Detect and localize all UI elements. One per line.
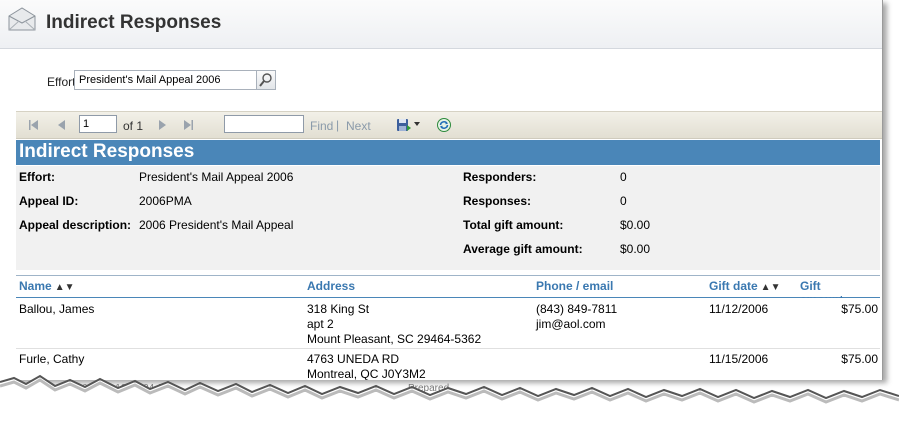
row-gift-amount: $75.00 <box>841 302 878 316</box>
report-toolbar: of 1 Find | Next <box>16 111 882 139</box>
find-text-input[interactable] <box>224 115 304 133</box>
row-address-line3: Mount Pleasant, SC 29464-5362 <box>307 332 482 346</box>
first-page-icon[interactable] <box>26 117 42 133</box>
summary-value: 0 <box>620 194 627 208</box>
chevron-down-icon[interactable] <box>414 122 420 127</box>
table-row: Ballou, James 318 King St apt 2 Mount Pl… <box>16 298 880 348</box>
summary-value: $0.00 <box>620 242 651 256</box>
summary-label: Responders: <box>463 170 537 184</box>
summary-label: Responses: <box>463 194 532 208</box>
sort-icon[interactable]: ▲▼ <box>55 282 75 293</box>
refresh-icon[interactable] <box>436 117 452 133</box>
page-title: Indirect Responses <box>46 12 222 33</box>
report-title: Indirect Responses <box>19 141 195 162</box>
column-header-name[interactable]: Name ▲▼ <box>19 279 74 293</box>
next-page-icon[interactable] <box>154 117 170 133</box>
row-name: Ballou, James <box>19 302 95 316</box>
page-count-text: of 1 <box>123 119 144 133</box>
column-header-gift-date[interactable]: Gift date ▲▼ <box>709 279 780 293</box>
previous-page-icon[interactable] <box>54 117 70 133</box>
row-gift-date: 11/12/2006 <box>709 302 769 316</box>
search-icon <box>259 73 272 87</box>
summary-label: Average gift amount: <box>463 242 583 256</box>
summary-value: 2006PMA <box>139 194 192 208</box>
column-header-address: Address <box>307 279 356 293</box>
row-address-line1: 318 King St <box>307 302 370 316</box>
report-window: Indirect Responses Effort: of 1 Find | N… <box>0 0 883 380</box>
table-header: Name ▲▼ Address Phone / email Gift date ▲▼… <box>16 275 880 307</box>
summary-label: Effort: <box>19 170 55 184</box>
find-next-link[interactable]: Next <box>346 119 371 133</box>
last-page-icon[interactable] <box>180 117 196 133</box>
envelope-icon <box>8 7 36 31</box>
effort-search-button[interactable] <box>256 70 276 90</box>
summary-value: President's Mail Appeal 2006 <box>139 170 294 184</box>
summary-value: 0 <box>620 170 627 184</box>
report-header: Indirect Responses <box>16 140 880 165</box>
row-phone: (843) 849-7811 <box>536 302 618 316</box>
column-header-phone: Phone / email <box>536 279 614 293</box>
sort-icon[interactable]: ▲▼ <box>761 282 781 293</box>
export-icon[interactable] <box>396 117 412 133</box>
torn-edge <box>0 374 899 427</box>
toolbar-separator: | <box>336 118 340 132</box>
summary-label: Appeal ID: <box>19 194 79 208</box>
page-number-input[interactable] <box>79 115 117 133</box>
report-summary: Effort: President's Mail Appeal 2006 App… <box>16 166 880 270</box>
summary-value: 2006 President's Mail Appeal <box>139 218 294 232</box>
find-link[interactable]: Find <box>310 119 333 133</box>
summary-value: $0.00 <box>620 218 651 232</box>
title-bar: Indirect Responses <box>0 0 882 49</box>
row-address-line2: apt 2 <box>307 317 334 331</box>
summary-label: Total gift amount: <box>463 218 564 232</box>
effort-input[interactable] <box>74 70 257 90</box>
row-email: jim@aol.com <box>536 317 606 331</box>
summary-label: Appeal description: <box>19 218 132 232</box>
